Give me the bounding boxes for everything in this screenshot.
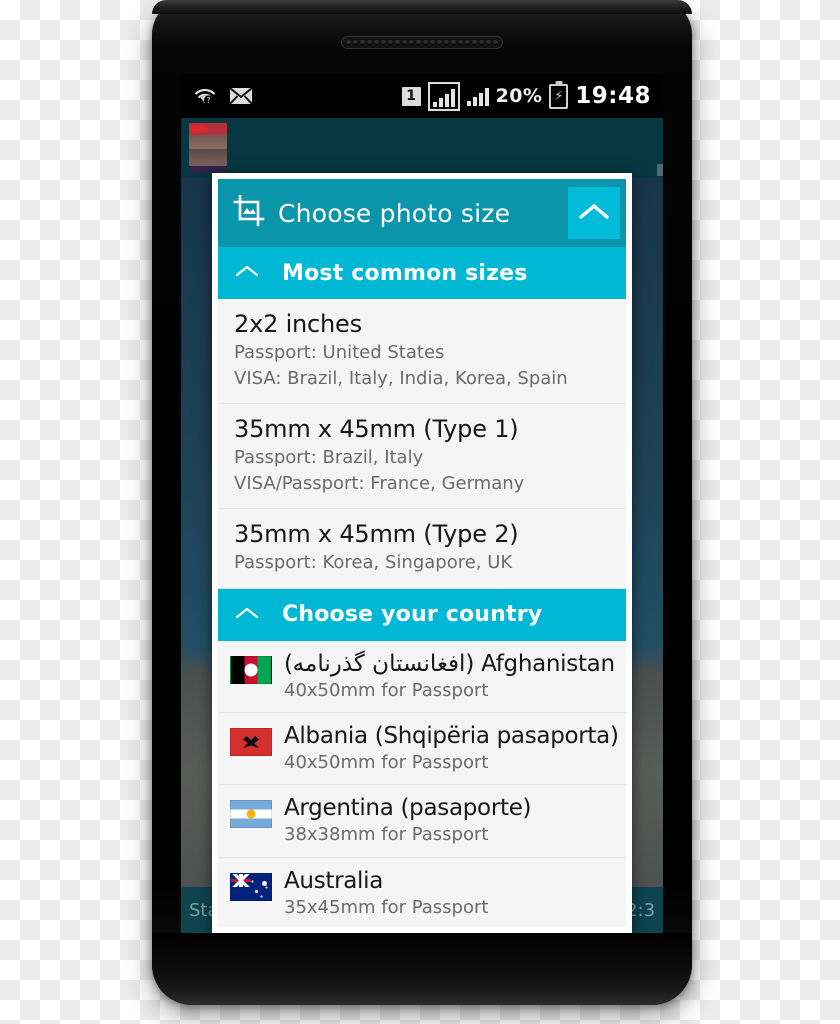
battery-charging-icon: ⚡ — [549, 83, 569, 109]
collapse-dialog-button[interactable] — [568, 187, 620, 239]
section-title: Choose your country — [282, 602, 543, 628]
phone-screen: ? 1 20% ⚡ 19:48 2:3 Choose photo size Mo… — [181, 74, 663, 933]
flag-albania-icon — [230, 727, 272, 756]
earpiece-speaker — [341, 36, 503, 49]
section-title: Most common sizes — [282, 260, 528, 286]
section-header-most-common-sizes[interactable]: Most common sizes — [218, 247, 626, 299]
size-option-row[interactable]: 35mm x 45mm (Type 1) Passport: Brazil, I… — [218, 404, 626, 510]
chevron-up-icon — [234, 263, 260, 283]
size-option-row[interactable]: 2x2 inches Passport: United States VISA:… — [218, 299, 626, 405]
wifi-question-icon: ? — [193, 86, 217, 106]
photo-editor-screen: Standard Custom Size Free Size 1:1 2:3 — [181, 118, 663, 933]
country-name: Albania (Shqipëria pasaporta) — [284, 722, 619, 749]
app-promo-thumbnail[interactable] — [189, 123, 227, 173]
size-option-row[interactable]: 35mm x 45mm (Type 2) Passport: Korea, Si… — [218, 509, 626, 589]
sim-slot-badge: 1 — [401, 86, 421, 106]
clock-label: 19:48 — [575, 83, 651, 109]
size-option-detail-line: Passport: United States — [234, 342, 445, 363]
dialog-header: Choose photo size — [218, 179, 626, 247]
country-name: Argentina (pasaporte) — [284, 795, 532, 822]
screenshot-root: ? 1 20% ⚡ 19:48 2:3 Choose photo size Mo… — [0, 0, 840, 1024]
size-option-detail-line: Passport: Korea, Singapore, UK — [234, 552, 513, 574]
phone-top-bezel — [152, 0, 692, 14]
country-row[interactable]: Afghanistan (افغانستان گذرنامه) 40x50mm … — [218, 640, 626, 713]
choose-photo-size-dialog: Choose photo size Most common sizes 2x2 … — [212, 173, 632, 933]
dialog-body[interactable]: Most common sizes 2x2 inches Passport: U… — [218, 247, 626, 927]
country-photo-size: 40x50mm for Passport — [284, 752, 489, 774]
country-name: Afghanistan (افغانستان گذرنامه) — [284, 650, 615, 677]
status-bar: ? 1 20% ⚡ 19:48 — [181, 74, 663, 118]
country-row[interactable]: Albania (Shqipëria pasaporta) 40x50mm fo… — [218, 712, 626, 786]
chevron-up-icon — [234, 605, 260, 625]
section-header-choose-your-country[interactable]: Choose your country — [218, 588, 626, 641]
size-option-title: 35mm x 45mm (Type 2) — [234, 520, 519, 549]
svg-text:?: ? — [206, 96, 210, 105]
size-option-detail-line: VISA: Brazil, Italy, India, Korea, Spain — [234, 368, 568, 390]
dialog-title: Choose photo size — [278, 198, 511, 228]
country-row[interactable]: Australia 35x45mm for Passport — [218, 857, 626, 927]
flag-afghanistan-icon — [230, 655, 272, 684]
flag-australia-icon — [230, 872, 272, 901]
signal-strength-sim1-icon — [427, 81, 460, 111]
phone-bottom-bezel — [152, 933, 692, 1005]
signal-strength-sim2-icon — [466, 87, 489, 106]
flag-argentina-icon — [230, 800, 272, 829]
mail-icon — [229, 87, 253, 105]
country-photo-size: 38x38mm for Passport — [284, 824, 489, 846]
phone-device: ? 1 20% ⚡ 19:48 2:3 Choose photo size Mo… — [152, 0, 692, 1005]
size-option-detail-line: Passport: Brazil, Italy — [234, 447, 424, 469]
status-bar-right: 1 20% ⚡ 19:48 — [401, 81, 651, 111]
battery-percent-label: 20% — [495, 85, 543, 107]
status-bar-left: ? — [193, 86, 253, 106]
editor-top-toolbar — [181, 118, 663, 178]
country-name: Australia — [284, 867, 384, 894]
country-photo-size: 40x50mm for Passport — [284, 679, 489, 701]
chevron-up-icon — [578, 201, 610, 225]
size-option-detail-line: VISA/Passport: France, Germany — [234, 473, 525, 495]
size-option-title: 2x2 inches — [234, 310, 362, 338]
country-photo-size: 35x45mm for Passport — [284, 896, 489, 918]
size-option-title: 35mm x 45mm (Type 1) — [234, 415, 519, 444]
crop-photo-icon — [232, 194, 266, 231]
country-row[interactable]: Argentina (pasaporte) 38x38mm for Passpo… — [218, 785, 626, 858]
